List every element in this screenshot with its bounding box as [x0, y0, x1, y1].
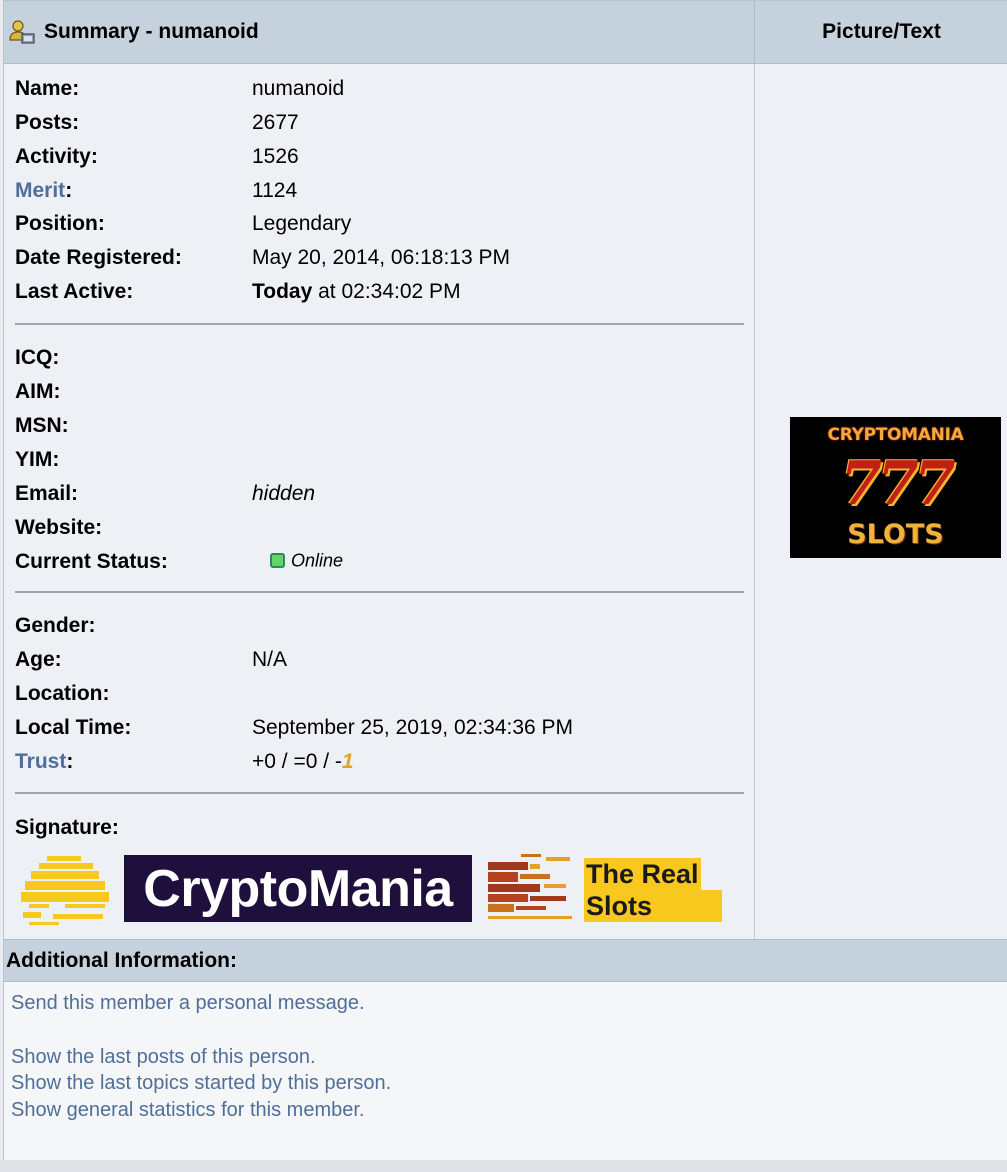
additional-info-header: Additional Information:	[4, 939, 1007, 982]
signature-tagline[interactable]: The Real Slots	[584, 858, 722, 926]
profile-panel: Summary - numanoid Picture/Text Name: nu…	[3, 0, 1007, 1160]
trust-link[interactable]: Trust	[15, 750, 66, 773]
online-text: Online	[291, 550, 344, 571]
summary-header: Summary - numanoid	[4, 1, 755, 64]
send-pm-link[interactable]: Send this member a personal message.	[11, 992, 365, 1015]
status-value: Online	[270, 548, 343, 572]
trust-colon: :	[66, 750, 74, 773]
position-label: Position:	[15, 212, 105, 235]
statistics-link[interactable]: Show general statistics for this member.	[11, 1099, 364, 1122]
email-label: Email:	[15, 482, 79, 505]
activity-label: Activity:	[15, 145, 98, 168]
aim-label: AIM:	[15, 380, 61, 403]
picture-text-header: Picture/Text	[755, 1, 1007, 64]
local-time-value: September 25, 2019, 02:34:36 PM	[252, 716, 574, 739]
avatar-777-text: 777	[840, 449, 955, 519]
avatar-slots-text: SLOTS	[847, 519, 944, 550]
picture-column: CRYPTOMANIA 777 SLOTS	[755, 64, 1007, 939]
bottom-bar	[0, 1160, 1007, 1172]
gender-label: Gender:	[15, 614, 96, 637]
registered-label: Date Registered:	[15, 246, 182, 269]
registered-value: May 20, 2014, 06:18:13 PM	[252, 246, 510, 269]
additional-info-body: Send this member a personal message. Sho…	[4, 982, 1007, 1160]
avatar-brand-text: CRYPTOMANIA	[827, 425, 964, 445]
posts-label: Posts:	[15, 111, 80, 134]
email-value: hidden	[252, 482, 316, 505]
age-value: N/A	[252, 648, 288, 671]
merit-row-label: Merit:	[15, 179, 72, 203]
position-value: Legendary	[252, 212, 352, 235]
tagline-line2: Slots	[584, 890, 722, 922]
trust-negative-link[interactable]: 1	[342, 750, 354, 773]
avatar: CRYPTOMANIA 777 SLOTS	[790, 417, 1001, 558]
online-status-icon	[270, 552, 285, 568]
picture-column-title: Picture/Text	[822, 20, 941, 43]
last-active-time: at 02:34:02 PM	[312, 280, 461, 303]
website-label: Website:	[15, 516, 103, 539]
signature-slots-graphic[interactable]	[486, 854, 576, 926]
name-label: Name:	[15, 77, 80, 100]
divider	[15, 323, 744, 325]
posts-value: 2677	[252, 111, 299, 134]
signature-label: Signature:	[15, 816, 119, 839]
last-active-label: Last Active:	[15, 280, 134, 303]
merit-colon: :	[65, 179, 73, 202]
trust-value: +0 / =0 / -1	[252, 750, 354, 774]
name-value: numanoid	[252, 77, 345, 100]
yim-label: YIM:	[15, 448, 60, 471]
last-topics-link[interactable]: Show the last topics started by this per…	[11, 1072, 391, 1095]
last-active-value: Today at 02:34:02 PM	[252, 280, 461, 304]
age-label: Age:	[15, 648, 62, 671]
local-time-label: Local Time:	[15, 716, 132, 739]
divider	[15, 591, 744, 593]
divider	[15, 792, 744, 794]
status-label: Current Status:	[15, 550, 168, 573]
profile-details: Name: numanoid Posts: 2677 Activity: 152…	[4, 64, 755, 939]
last-active-today: Today	[252, 280, 313, 303]
user-icon	[8, 18, 36, 46]
tagline-line1: The Real	[584, 858, 701, 890]
signature-cryptomania-banner[interactable]: CryptoMania	[124, 855, 472, 922]
icq-label: ICQ:	[15, 346, 60, 369]
signature-coin-graphic[interactable]	[19, 856, 111, 928]
last-posts-link[interactable]: Show the last posts of this person.	[11, 1046, 316, 1069]
trust-row-label: Trust:	[15, 750, 73, 774]
location-label: Location:	[15, 682, 110, 705]
merit-link[interactable]: Merit	[15, 179, 65, 202]
msn-label: MSN:	[15, 414, 69, 437]
page-title: Summary - numanoid	[44, 20, 259, 43]
trust-scores: +0 / =0 / -	[252, 750, 342, 773]
activity-value: 1526	[252, 145, 299, 168]
merit-value: 1124	[252, 179, 298, 202]
